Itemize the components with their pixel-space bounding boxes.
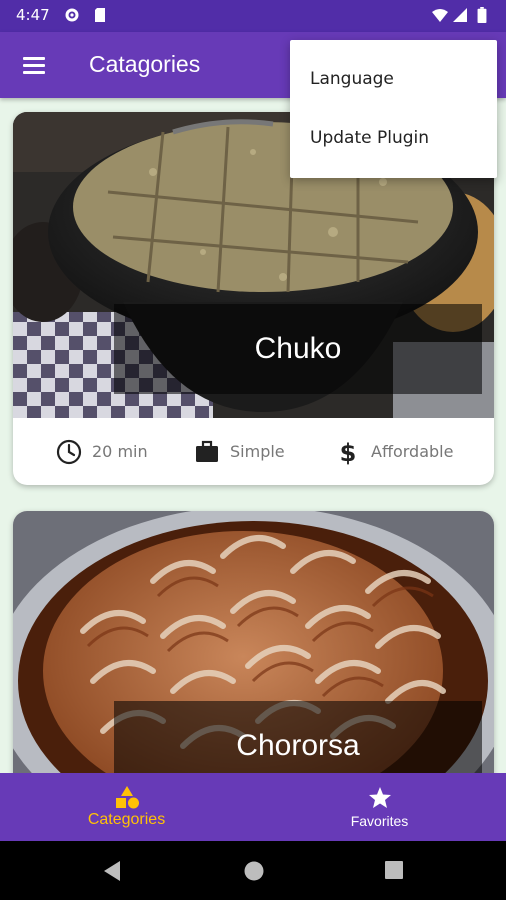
recents-icon[interactable] [384,860,404,880]
tab-favorites[interactable]: Favorites [253,773,506,841]
home-icon[interactable] [243,860,265,882]
affordability-info: $ Affordable [335,418,454,485]
menu-icon[interactable] [14,45,54,85]
meal-title: Chuko [254,332,342,365]
svg-text:$: $ [340,439,357,465]
clock-icon [56,439,82,464]
meal-title: Chororsa [236,729,360,762]
category-icon [115,786,139,809]
dollar-icon: $ [340,439,357,465]
star-icon [368,786,391,808]
menu-item-language[interactable]: Language [310,69,394,89]
wifi-icon [432,9,448,22]
tab-label: Categories [87,811,166,828]
status-time: 4:47 [16,6,50,24]
affordability-label: Affordable [371,442,454,461]
complexity-label: Simple [230,442,285,461]
complexity-info: Simple [194,418,285,485]
duration-info: 20 min [56,418,148,485]
status-bar: 4:47 [0,0,506,32]
back-icon[interactable] [102,860,122,882]
system-nav-bar [0,841,506,900]
meal-list[interactable]: Chuko 20 min Simple $ Affordable Chorors… [0,98,506,773]
sd-card-icon [95,8,105,22]
duration-label: 20 min [92,442,148,461]
page-title: Catagories [89,51,201,77]
meal-title-banner: Chuko [114,304,482,394]
meal-card[interactable]: Chororsa [13,511,494,773]
tab-label: Favorites [350,812,409,829]
signal-icon [453,8,467,22]
overflow-menu: Language Update Plugin [290,40,497,178]
meal-meta-row: 20 min Simple $ Affordable [13,418,494,485]
meal-title-banner: Chororsa [114,701,482,773]
bottom-nav: Categories Favorites [0,773,506,841]
settings-icon [65,8,79,22]
battery-icon [477,7,487,23]
menu-item-update-plugin[interactable]: Update Plugin [310,128,429,148]
tab-categories[interactable]: Categories [0,773,253,841]
briefcase-icon [196,440,218,462]
